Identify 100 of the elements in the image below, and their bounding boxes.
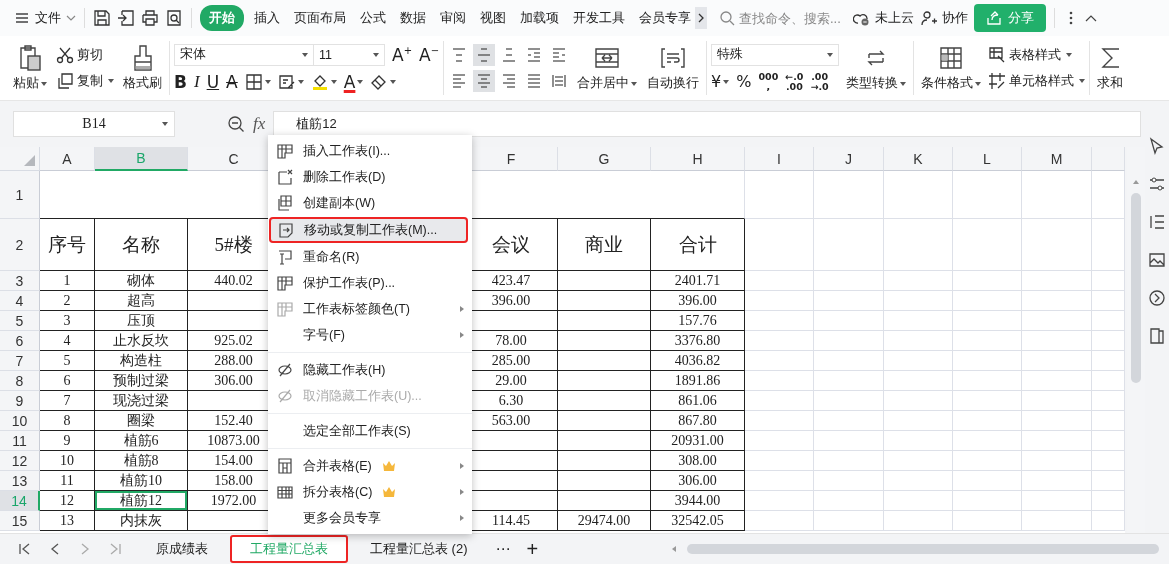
name-box[interactable]: B14 <box>13 111 175 137</box>
align-icon <box>526 73 543 89</box>
font-color-button[interactable]: A <box>343 70 364 93</box>
type-convert-button[interactable]: 类型转换 <box>843 42 910 94</box>
sum-button[interactable]: 求和 <box>1094 42 1129 94</box>
function-label[interactable]: fx <box>253 114 266 134</box>
underline-button[interactable]: U <box>206 70 220 93</box>
strikethrough-button[interactable]: A <box>226 70 238 93</box>
image-icon[interactable] <box>1148 251 1166 269</box>
ribbon-tab[interactable]: 会员专享 <box>635 5 695 31</box>
print-icon[interactable] <box>141 9 159 27</box>
first-sheet-icon[interactable] <box>18 542 32 556</box>
increase-font-button[interactable]: A$^{+}$ <box>392 43 413 66</box>
row-header[interactable]: 7 <box>0 351 40 371</box>
row-header[interactable]: 13 <box>0 471 40 491</box>
row-header[interactable]: 6 <box>0 331 40 351</box>
merge-center-button[interactable]: 合并居中 <box>574 42 641 94</box>
align-button[interactable] <box>473 70 496 92</box>
zoom-icon[interactable] <box>227 115 245 133</box>
caret-icon <box>975 81 982 86</box>
row-header[interactable]: 15 <box>0 511 40 531</box>
decrease-font-button[interactable]: A$^{−}$ <box>419 43 440 66</box>
ribbon-tab[interactable]: 加载项 <box>516 5 563 31</box>
sheet-tab[interactable]: 原成绩表 <box>138 536 226 562</box>
row-header[interactable]: 5 <box>0 311 40 331</box>
sliders-icon[interactable] <box>1148 175 1166 193</box>
number-format-dropdown[interactable]: 特殊 <box>711 43 840 66</box>
save-icon[interactable] <box>93 9 111 27</box>
ribbon-tab[interactable]: 插入 <box>250 5 284 31</box>
empty-cell <box>884 219 953 271</box>
currency-button[interactable]: ¥ <box>711 70 730 93</box>
row-header[interactable]: 1 <box>0 171 40 219</box>
font-size-dropdown[interactable]: 11 <box>313 43 385 66</box>
search-field[interactable]: 查找命令、搜索... <box>719 10 847 26</box>
ribbon-tab[interactable]: 开发工具 <box>569 5 629 31</box>
ribbon-tab[interactable]: 审阅 <box>436 5 470 31</box>
cursor-icon[interactable] <box>1148 137 1166 155</box>
book-icon[interactable] <box>1148 327 1166 345</box>
row-header[interactable]: 11 <box>0 431 40 451</box>
ribbon-tab[interactable]: 视图 <box>476 5 510 31</box>
column-header[interactable]: J <box>814 147 884 171</box>
column-header[interactable]: M <box>1022 147 1092 171</box>
sheet-tab[interactable]: 工程量汇总表 (2) <box>352 536 486 562</box>
ribbon-tab[interactable]: 页面布局 <box>290 5 350 31</box>
menu-item[interactable]: 创建副本(W) <box>268 190 472 216</box>
table-cell: 砌体 <box>95 271 188 291</box>
copy-icon <box>56 72 74 90</box>
italic-button[interactable]: I <box>193 70 200 93</box>
column-header[interactable]: L <box>953 147 1022 171</box>
add-sheet-button[interactable]: + <box>520 537 545 561</box>
column-header[interactable]: K <box>884 147 953 171</box>
formula-input[interactable]: 植筋12 <box>273 111 1141 137</box>
ribbon-tab[interactable]: 数据 <box>396 5 430 31</box>
empty-cell <box>1092 331 1125 351</box>
format-painter-button[interactable]: 格式刷 <box>120 42 165 94</box>
paste-button[interactable]: 粘贴 <box>10 42 50 94</box>
row-header[interactable]: 3 <box>0 271 40 291</box>
thousands-button[interactable]: 000 , <box>758 71 779 92</box>
print-preview-icon[interactable] <box>165 9 183 27</box>
collaborate-button[interactable]: 协作 <box>920 9 968 27</box>
decrease-decimal-button[interactable]: .00 →.0 <box>810 71 829 92</box>
font-name-dropdown[interactable]: 宋体 <box>174 43 314 66</box>
table-cell: 4036.82 <box>651 351 745 371</box>
column-header[interactable]: H <box>651 147 745 171</box>
row-header[interactable]: 8 <box>0 371 40 391</box>
stacked-sheets-icon <box>277 195 293 211</box>
empty-cell <box>814 219 884 271</box>
increase-decimal-button[interactable]: ←.0 .00 <box>785 71 804 92</box>
menu-item[interactable]: 移动或复制工作表(M)... <box>269 217 468 243</box>
cell-format-button[interactable] <box>277 72 304 91</box>
badge-icon[interactable] <box>1148 289 1166 307</box>
column-header[interactable]: A <box>40 147 95 171</box>
export-icon[interactable] <box>117 9 135 27</box>
column-header[interactable]: G <box>558 147 651 171</box>
sheet-cursor-icon <box>277 249 293 265</box>
row-header[interactable]: 12 <box>0 451 40 471</box>
column-header[interactable]: I <box>745 147 814 171</box>
row-header[interactable]: 10 <box>0 411 40 431</box>
row-header[interactable]: 9 <box>0 391 40 411</box>
chevron-right-icon[interactable] <box>695 7 707 29</box>
row-header[interactable]: 2 <box>0 219 40 271</box>
percent-button[interactable]: % <box>736 70 752 93</box>
cloud-status-button[interactable]: 未上云 <box>853 9 914 27</box>
table-style-button[interactable]: 表格样式 <box>988 46 1086 64</box>
ribbon-tab[interactable]: 公式 <box>356 5 390 31</box>
row-header[interactable]: 4 <box>0 291 40 311</box>
borders-button[interactable] <box>244 72 271 91</box>
cut-button[interactable]: 剪切 <box>56 46 114 64</box>
cell-style-button[interactable]: 单元格样式 <box>988 72 1086 90</box>
more-sheets-button[interactable]: ⋯ <box>489 540 517 558</box>
copy-button[interactable]: 复制 <box>56 72 114 90</box>
align-button[interactable] <box>473 44 496 66</box>
empty-cell <box>884 351 953 371</box>
table-cell: 内抹灰 <box>95 511 188 531</box>
table-cell: 止水反坎 <box>95 331 188 351</box>
list-icon[interactable] <box>1148 213 1166 231</box>
wrap-text-button[interactable]: 自动换行 <box>644 42 703 94</box>
file-menu[interactable]: 文件 <box>14 9 76 27</box>
bold-button[interactable]: B <box>174 70 187 93</box>
conditional-format-button[interactable]: 条件格式 <box>918 42 985 94</box>
